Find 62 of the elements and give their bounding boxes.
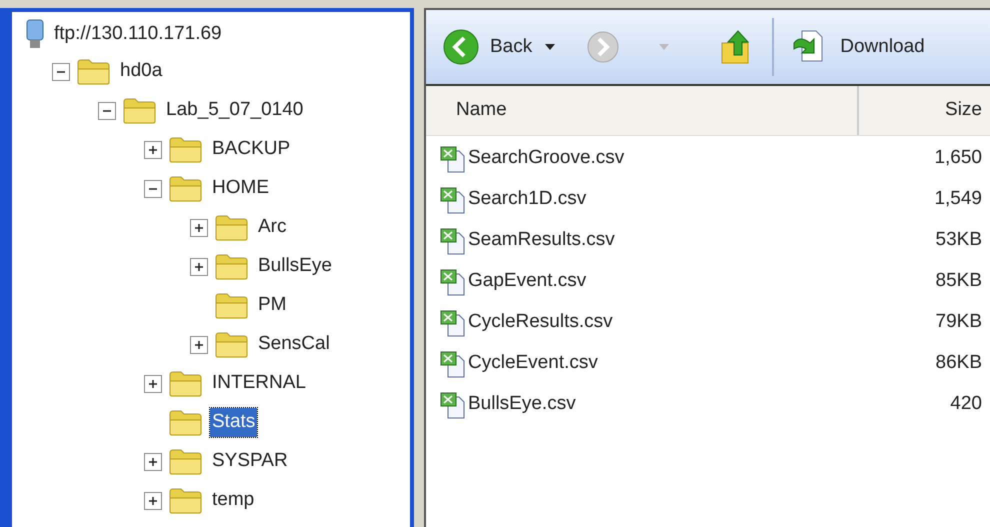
file-size: 85KB [936, 269, 982, 294]
spreadsheet-file-icon [440, 308, 466, 336]
server-address[interactable]: ftp://130.110.171.69 [54, 20, 222, 48]
file-name[interactable]: GapEvent.csv [468, 267, 586, 296]
folder-label[interactable]: Arc [256, 213, 288, 242]
folder-icon [168, 370, 204, 398]
expand-toggle-icon[interactable] [144, 374, 162, 392]
expand-toggle-icon[interactable] [190, 336, 208, 354]
spreadsheet-file-icon [440, 268, 466, 296]
folder-label[interactable]: HOME [210, 174, 271, 203]
column-header[interactable]: Name [426, 86, 859, 135]
folder-label[interactable]: SYSPAR [210, 447, 290, 476]
expand-toggle-icon[interactable] [144, 452, 162, 470]
spreadsheet-file-icon [440, 186, 466, 214]
collapse-toggle-icon[interactable] [52, 62, 70, 80]
back-button[interactable]: Back [440, 28, 534, 66]
folder-icon [214, 292, 250, 320]
folder-label[interactable]: hd0a [118, 57, 164, 86]
folder-icon [168, 486, 204, 514]
file-name[interactable]: Search1D.csv [468, 185, 586, 214]
spreadsheet-file-icon [440, 390, 466, 418]
collapse-toggle-icon[interactable] [144, 180, 162, 198]
folder-icon [214, 330, 250, 358]
spreadsheet-file-icon [440, 144, 466, 172]
collapse-toggle-icon[interactable] [98, 102, 116, 120]
file-name[interactable]: SeamResults.csv [468, 226, 615, 255]
file-size: 1,650 [934, 146, 982, 170]
server-icon [24, 18, 46, 50]
folder-icon [214, 214, 250, 242]
file-size: 53KB [936, 228, 982, 252]
folder-label[interactable]: BACKUP [210, 135, 292, 164]
folder-label[interactable]: INTERNAL [210, 369, 308, 398]
spreadsheet-file-icon [440, 226, 466, 254]
folder-label[interactable]: BullsEye [256, 252, 334, 281]
file-size: 79KB [936, 310, 982, 334]
file-size: 86KB [936, 351, 982, 376]
folder-label[interactable]: Stats [210, 408, 258, 437]
folder-icon [168, 408, 204, 436]
file-name[interactable]: CycleEvent.csv [468, 349, 598, 378]
expand-toggle-icon[interactable] [190, 258, 208, 276]
file-size: 420 [950, 392, 982, 416]
column-header[interactable]: Size [859, 86, 990, 135]
expand-toggle-icon[interactable] [190, 218, 208, 236]
folder-icon [168, 136, 204, 164]
folder-label[interactable]: temp [210, 486, 256, 515]
folder-icon [214, 252, 250, 280]
download-button[interactable]: Download [792, 29, 925, 65]
expand-toggle-icon[interactable] [144, 492, 162, 510]
folder-label[interactable]: Lab_5_07_0140 [164, 96, 306, 125]
folder-icon [168, 174, 204, 202]
folder-label[interactable]: PM [256, 291, 288, 320]
folder-icon [168, 448, 204, 476]
expand-toggle-icon[interactable] [144, 140, 162, 158]
folder-label[interactable]: SensCal [256, 330, 332, 359]
spreadsheet-file-icon [440, 350, 466, 378]
file-name[interactable]: CycleResults.csv [468, 308, 613, 337]
file-name[interactable]: SearchGroove.csv [468, 144, 624, 173]
folder-icon [76, 58, 112, 86]
caret-icon[interactable] [544, 43, 556, 51]
file-size: 1,549 [934, 187, 982, 212]
folder-icon [122, 96, 158, 124]
file-name[interactable]: BullsEye.csv [468, 390, 576, 419]
